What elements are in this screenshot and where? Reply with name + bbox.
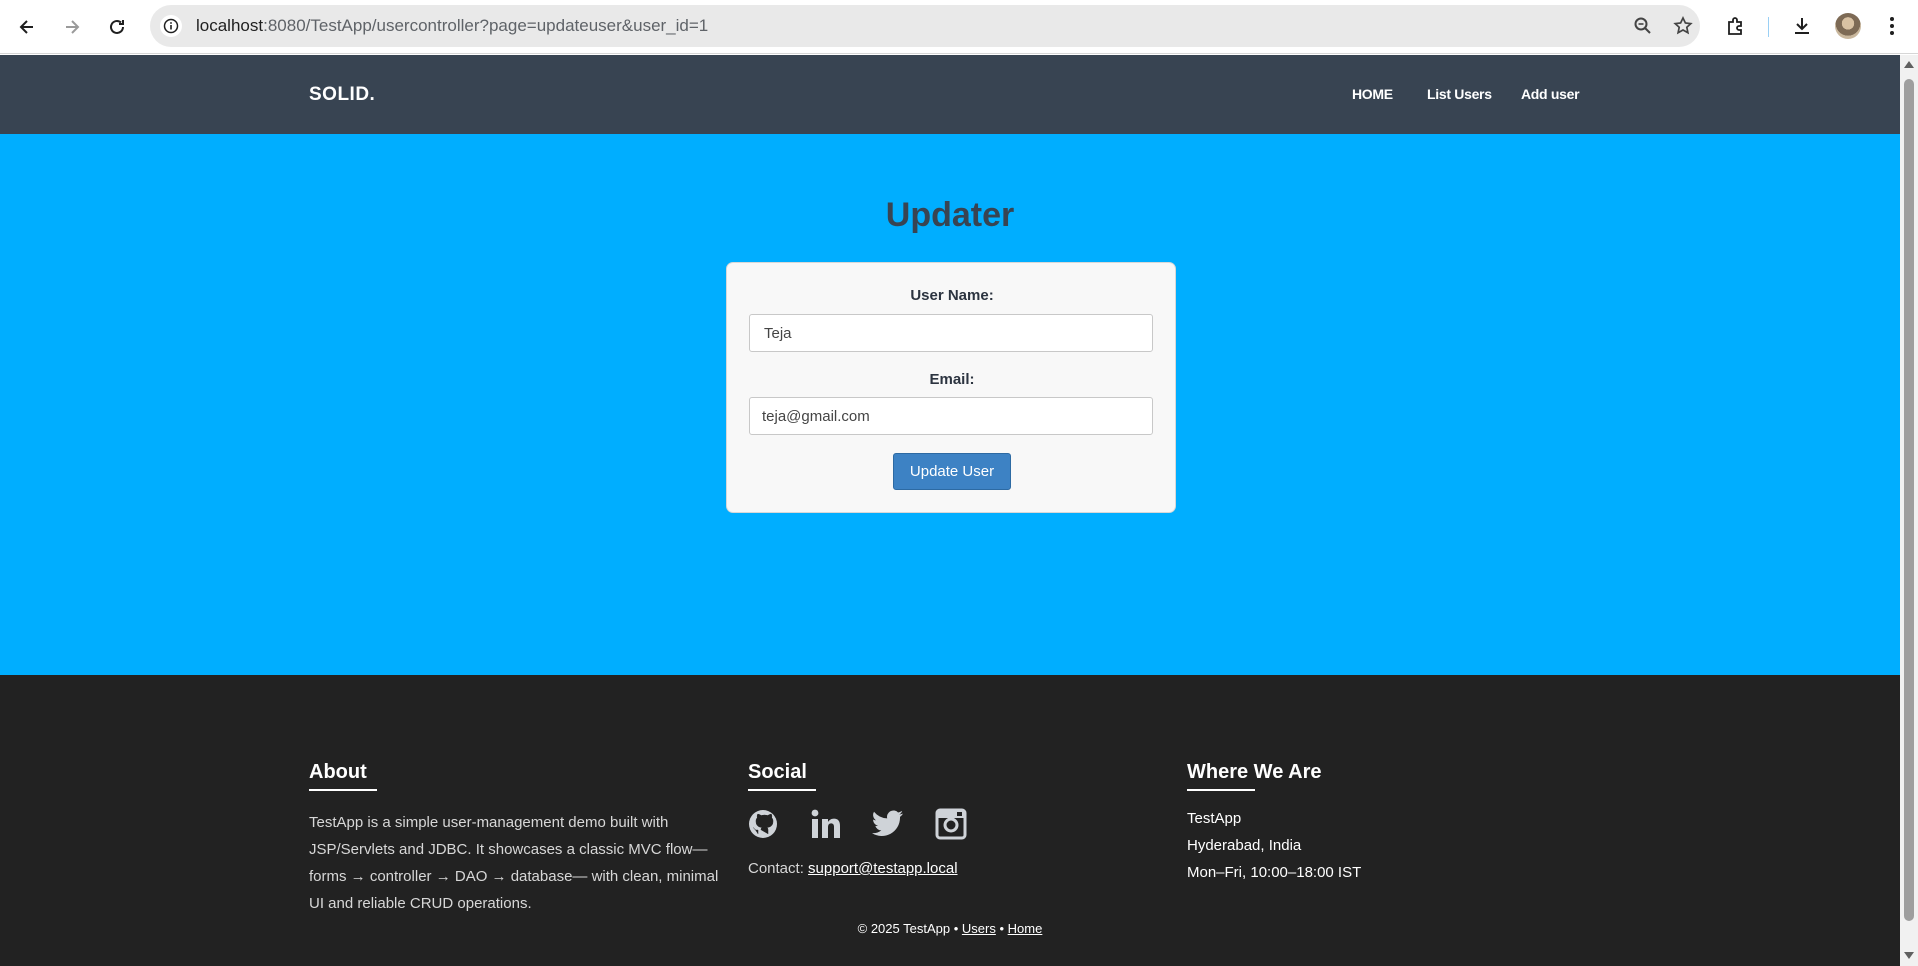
page-scrollbar[interactable] [1900, 55, 1918, 966]
copyright-text: © 2025 TestApp • [857, 921, 959, 936]
update-user-form: User Name: Email: Update User [726, 262, 1176, 513]
url-path: :8080/TestApp/usercontroller?page=update… [263, 16, 709, 35]
heading-underline [309, 789, 377, 791]
nav-list-users[interactable]: List Users [1427, 86, 1492, 102]
contact-line: Contact: support@testapp.local [748, 860, 958, 877]
email-input[interactable] [749, 397, 1153, 435]
url-text[interactable]: localhost:8080/TestApp/usercontroller?pa… [196, 16, 708, 36]
web-page: SOLID. HOME List Users Add user Updater … [0, 55, 1900, 966]
social-heading: Social [748, 761, 807, 783]
instagram-icon[interactable] [934, 807, 968, 841]
about-text: TestApp is a simple user-management demo… [309, 814, 719, 912]
hero-section: Updater User Name: Email: Update User [0, 134, 1900, 675]
site-footer: About TestApp is a simple user-managemen… [0, 675, 1900, 966]
back-icon[interactable] [12, 12, 42, 42]
heading-underline [748, 789, 816, 791]
scroll-down-arrow-icon[interactable] [1904, 952, 1914, 959]
contact-label: Contact: [748, 860, 804, 877]
github-icon[interactable] [746, 807, 780, 841]
username-label: User Name: [910, 287, 994, 304]
where-hours: Mon–Fri, 10:00–18:00 IST [1187, 864, 1362, 881]
footer-separator: • [999, 921, 1005, 936]
where-company: TestApp [1187, 810, 1242, 827]
zoom-icon[interactable] [1632, 15, 1654, 37]
bookmark-star-icon[interactable] [1672, 15, 1694, 37]
browser-toolbar: localhost:8080/TestApp/usercontroller?pa… [0, 0, 1918, 54]
nav-home[interactable]: HOME [1352, 86, 1393, 102]
address-bar[interactable]: localhost:8080/TestApp/usercontroller?pa… [150, 5, 1700, 47]
extensions-icon[interactable] [1722, 12, 1750, 40]
brand-logo[interactable]: SOLID. [309, 84, 375, 106]
where-city: Hyderabad, India [1187, 837, 1302, 854]
site-navbar: SOLID. HOME List Users Add user [0, 55, 1900, 134]
toolbar-divider [1768, 17, 1769, 37]
footer-link-home[interactable]: Home [1008, 921, 1043, 936]
social-icons [748, 807, 988, 841]
contact-email-link[interactable]: support@testapp.local [808, 860, 957, 877]
menu-kebab-icon[interactable] [1878, 12, 1906, 40]
footer-link-users[interactable]: Users [962, 921, 996, 936]
username-input[interactable] [749, 314, 1153, 352]
where-heading: Where We Are [1187, 761, 1322, 783]
download-icon[interactable] [1788, 12, 1816, 40]
about-heading: About [309, 761, 367, 783]
copyright-line: © 2025 TestApp • Users • Home [0, 921, 1900, 936]
reload-icon[interactable] [102, 12, 132, 42]
page-title: Updater [885, 196, 1015, 234]
nav-add-user[interactable]: Add user [1521, 86, 1580, 102]
twitter-icon[interactable] [871, 807, 905, 841]
heading-underline [1187, 789, 1255, 791]
email-label: Email: [929, 371, 975, 388]
update-user-button[interactable]: Update User [893, 453, 1011, 490]
forward-icon[interactable] [57, 12, 87, 42]
site-info-icon[interactable] [160, 15, 182, 37]
scrollbar-thumb[interactable] [1904, 79, 1914, 921]
url-host: localhost [196, 16, 264, 35]
profile-avatar[interactable] [1835, 13, 1861, 39]
scroll-up-arrow-icon[interactable] [1904, 61, 1914, 68]
linkedin-icon[interactable] [809, 807, 843, 841]
